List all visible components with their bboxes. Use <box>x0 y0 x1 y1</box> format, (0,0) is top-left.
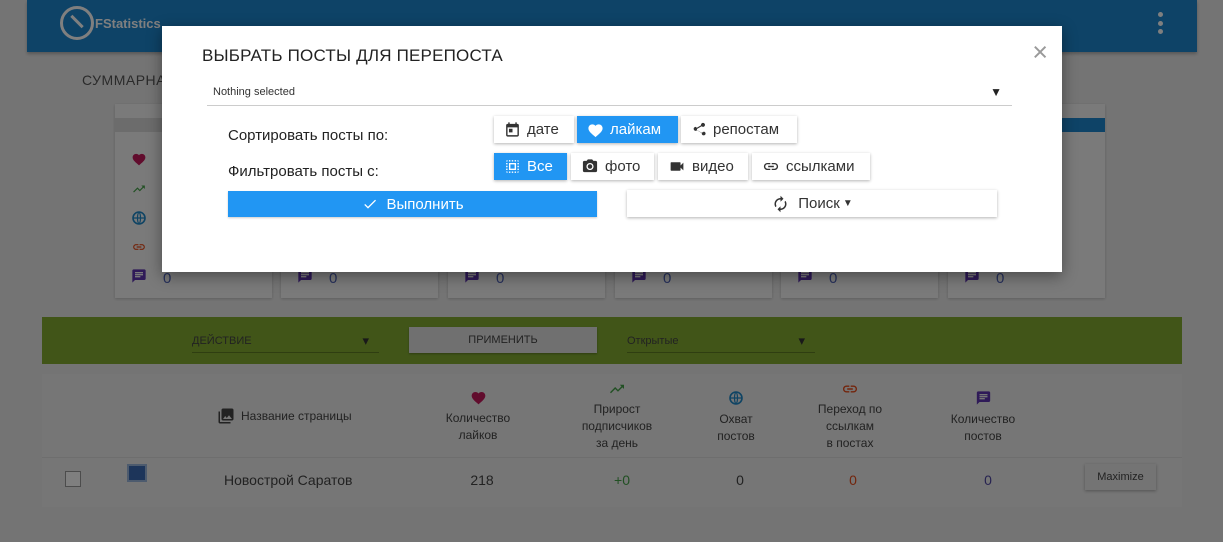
sort-by-reposts-label: репостам <box>713 121 780 138</box>
filter-photo-button[interactable]: фото <box>571 153 654 180</box>
execute-button-label: Выполнить <box>386 195 464 213</box>
share-icon <box>693 122 706 136</box>
caret-down-icon: ▼ <box>990 85 1002 99</box>
execute-button[interactable]: Выполнить <box>228 191 597 217</box>
link-icon <box>763 162 779 171</box>
filter-video-button[interactable]: видео <box>658 153 748 180</box>
sort-by-date-label: дате <box>527 121 559 138</box>
filter-video-label: видео <box>692 158 734 175</box>
select-all-icon <box>506 160 519 173</box>
heart-icon <box>588 123 603 137</box>
sort-label: Сортировать посты по: <box>228 127 389 144</box>
sort-by-likes-button[interactable]: лайкам <box>577 116 678 143</box>
videocam-icon <box>670 162 684 171</box>
sort-by-reposts-button[interactable]: репостам <box>681 116 797 143</box>
filter-all-label: Все <box>527 158 553 175</box>
filter-links-button[interactable]: ссылками <box>752 153 870 180</box>
repost-modal: ВЫБРАТЬ ПОСТЫ ДЛЯ ПЕРЕПОСТА × Nothing se… <box>162 26 1062 272</box>
check-icon <box>364 199 377 209</box>
posts-select-value: Nothing selected <box>213 86 295 98</box>
filter-label: Фильтровать посты с: <box>228 163 379 180</box>
search-button-label: Поиск <box>798 195 840 212</box>
camera-icon <box>582 159 598 173</box>
filter-all-button[interactable]: Все <box>494 153 567 180</box>
filter-links-label: ссылками <box>786 158 855 175</box>
search-dropdown-button[interactable]: Поиск ▼ <box>627 190 997 217</box>
sort-by-date-button[interactable]: дате <box>494 116 574 143</box>
filter-photo-label: фото <box>605 158 641 175</box>
caret-down-icon: ▼ <box>842 198 853 209</box>
sort-by-likes-label: лайкам <box>610 121 662 138</box>
calendar-icon <box>506 122 519 137</box>
close-icon[interactable]: × <box>1032 38 1048 66</box>
modal-title: ВЫБРАТЬ ПОСТЫ ДЛЯ ПЕРЕПОСТА <box>202 46 503 65</box>
posts-select[interactable]: Nothing selected ▼ <box>207 80 1012 106</box>
refresh-icon <box>774 195 787 212</box>
